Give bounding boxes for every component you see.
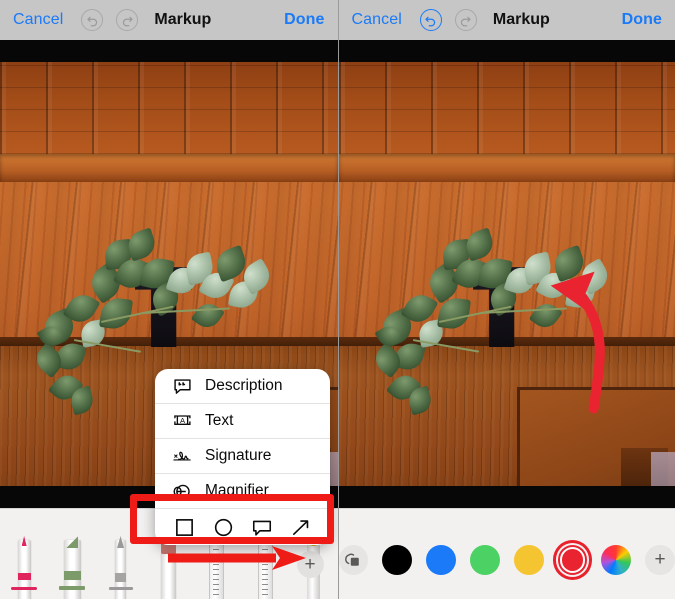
letterbox-top (0, 40, 338, 62)
signature-icon (167, 447, 197, 466)
panel-right: Cancel Markup Done + (338, 0, 675, 599)
menu-item-description[interactable]: Description (155, 369, 330, 404)
annotation-red-box (130, 494, 334, 544)
cancel-button[interactable]: Cancel (13, 11, 63, 29)
done-button[interactable]: Done (284, 11, 324, 29)
undo-icon[interactable] (81, 9, 104, 31)
markup-header-right: Cancel Markup Done (338, 0, 675, 40)
layers-opacity-icon[interactable] (338, 544, 369, 575)
pen-tool[interactable] (0, 534, 48, 599)
cancel-button[interactable]: Cancel (352, 11, 402, 29)
markup-header-left: Cancel Markup Done (0, 0, 338, 40)
add-color-button[interactable]: + (645, 544, 675, 575)
markup-toolbar-right: + (338, 508, 675, 599)
annotation-red-arrow (168, 546, 306, 570)
page-title: Markup (492, 11, 550, 28)
svg-text:A: A (179, 415, 185, 424)
photo-canvas-right[interactable] (338, 40, 675, 508)
menu-item-signature[interactable]: Signature (155, 439, 330, 474)
menu-item-label: Signature (205, 447, 272, 464)
markup-comparison-screens: Cancel Markup Done Description A Text Si… (0, 0, 675, 599)
menu-item-label: Description (205, 377, 283, 394)
done-button[interactable]: Done (622, 11, 662, 29)
panel-left: Cancel Markup Done Description A Text Si… (0, 0, 339, 599)
photo-image (338, 62, 675, 508)
menu-item-text[interactable]: A Text (155, 404, 330, 439)
color-swatch-green[interactable] (469, 544, 500, 575)
text-box-icon: A (167, 412, 197, 431)
letterbox-bottom (338, 486, 675, 508)
undo-icon[interactable] (419, 9, 442, 31)
undo-redo-group (419, 9, 477, 31)
color-swatch-rainbow[interactable] (601, 544, 632, 575)
color-swatch-black[interactable] (382, 544, 413, 575)
color-swatch-red[interactable] (552, 539, 593, 580)
color-palette-row: + (338, 525, 675, 599)
letterbox-top (338, 40, 675, 62)
redo-icon[interactable] (454, 9, 477, 31)
color-swatch-yellow[interactable] (513, 544, 544, 575)
highlighter-tool[interactable] (48, 534, 96, 599)
menu-item-label: Text (205, 412, 234, 429)
color-swatch-blue[interactable] (426, 544, 456, 575)
description-bubble-icon (167, 377, 197, 396)
undo-redo-group (81, 9, 139, 31)
redo-icon[interactable] (116, 9, 139, 31)
page-title: Markup (154, 11, 212, 28)
